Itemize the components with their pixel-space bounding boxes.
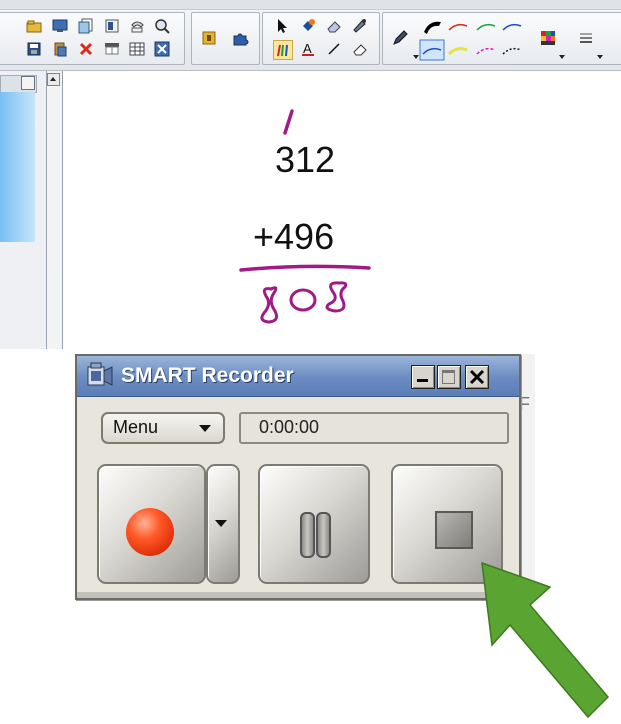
recording-timer: 0:00:00 xyxy=(239,412,509,444)
toolbar-group-extras xyxy=(191,12,260,65)
save-icon[interactable] xyxy=(25,40,43,58)
color-dropdown-arrow[interactable] xyxy=(559,55,565,59)
pen-tool-icon[interactable] xyxy=(273,40,293,60)
select-arrow-icon[interactable] xyxy=(273,17,291,35)
screen-shade-icon[interactable] xyxy=(103,40,121,58)
minimize-icon xyxy=(417,379,428,382)
maximize-button[interactable] xyxy=(437,365,461,389)
recorder-title: SMART Recorder xyxy=(121,364,294,387)
search-icon[interactable] xyxy=(153,17,171,35)
recorder-title-bar[interactable]: SMART Recorder xyxy=(77,356,519,397)
line-width-dropdown-arrow[interactable] xyxy=(597,55,603,59)
chevron-down-icon xyxy=(199,425,211,432)
color-palette-icon[interactable] xyxy=(539,29,557,47)
close-button[interactable] xyxy=(465,365,489,389)
sum-line-stroke xyxy=(239,264,371,272)
record-icon xyxy=(126,508,174,556)
toolbar-group-file xyxy=(0,12,185,65)
carry-mark-stroke xyxy=(283,109,294,135)
close-icon xyxy=(469,369,485,385)
page-sorter-dropdown[interactable] xyxy=(21,76,35,90)
delete-icon[interactable] xyxy=(77,40,95,58)
answer-digit-8a xyxy=(260,286,278,324)
menu-label: Menu xyxy=(113,417,159,437)
pause-icon-right-bar xyxy=(316,512,331,558)
eraser-icon[interactable] xyxy=(325,17,343,35)
timer-value: 0:00:00 xyxy=(259,417,320,437)
top-number: 312 xyxy=(275,139,336,180)
page-icon[interactable] xyxy=(103,17,121,35)
stop-icon xyxy=(435,511,473,549)
screen-capture-icon[interactable] xyxy=(51,17,69,35)
whiteboard-canvas[interactable]: 312 +496 xyxy=(63,71,621,349)
pointer-arrow-icon xyxy=(481,561,610,719)
pause-button[interactable] xyxy=(258,464,370,584)
second-number: +496 xyxy=(253,216,335,257)
pen-icon[interactable] xyxy=(391,29,409,47)
recorder-bottom-edge xyxy=(77,592,519,598)
smart-recorder-window: SMART Recorder Menu 0:00:00 xyxy=(75,354,521,600)
paste-icon[interactable] xyxy=(51,40,69,58)
text-icon[interactable]: A xyxy=(299,40,317,58)
line-icon[interactable] xyxy=(325,40,343,58)
record-options-dropdown[interactable] xyxy=(206,464,240,584)
pause-icon-left-bar xyxy=(300,512,315,558)
answer-digit-0 xyxy=(289,288,317,312)
copy-page-icon[interactable] xyxy=(77,17,95,35)
undo-icon[interactable] xyxy=(128,17,146,35)
notebook-screenshot: A 312 +496 xyxy=(0,0,621,349)
fill-icon[interactable] xyxy=(299,17,317,35)
minimize-button[interactable] xyxy=(411,365,435,389)
magic-pen-icon[interactable] xyxy=(351,17,369,35)
handwriting-layer xyxy=(239,109,371,324)
chevron-down-icon xyxy=(215,520,227,527)
svg-text:A: A xyxy=(303,41,312,56)
page-thumbnail-selected[interactable] xyxy=(0,92,35,242)
toolbar-group-tools: A xyxy=(262,12,380,65)
fullscreen-icon[interactable] xyxy=(153,40,171,58)
table-icon[interactable] xyxy=(128,40,146,58)
notebook-icon[interactable] xyxy=(200,29,218,47)
vertical-scrollbar[interactable] xyxy=(46,71,61,349)
recorder-app-icon xyxy=(87,362,113,386)
toolbar-top-strip xyxy=(0,0,621,10)
shape-eraser-icon[interactable] xyxy=(351,40,369,58)
toolbar-group-pens xyxy=(382,12,621,65)
menu-dropdown-button[interactable]: Menu xyxy=(101,412,225,444)
answer-digit-8b xyxy=(325,281,348,313)
line-width-icon[interactable] xyxy=(577,29,595,47)
open-file-icon[interactable] xyxy=(25,17,43,35)
line-style-icon[interactable] xyxy=(419,16,529,62)
record-button[interactable] xyxy=(97,464,206,584)
scroll-up-button[interactable] xyxy=(47,73,60,86)
toolbar: A xyxy=(0,0,621,71)
page-sorter-panel xyxy=(0,71,63,349)
maximize-icon xyxy=(442,370,455,384)
puzzle-icon[interactable] xyxy=(232,29,250,47)
